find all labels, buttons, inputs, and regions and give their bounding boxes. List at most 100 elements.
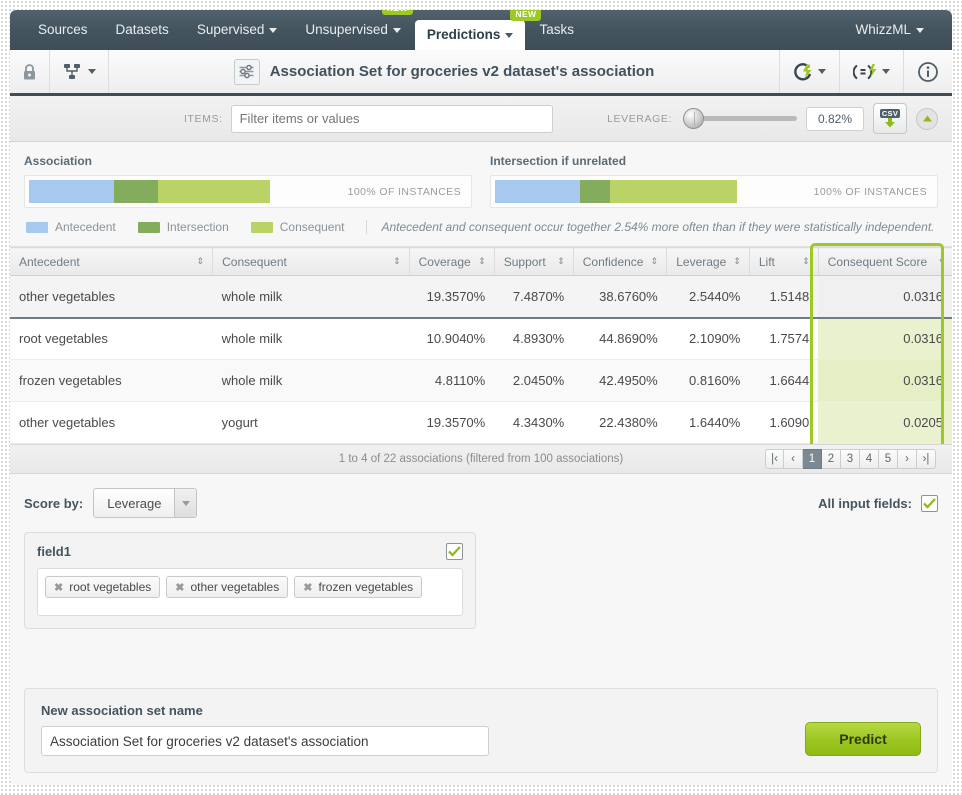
sort-icon: ⇕ xyxy=(393,256,400,266)
cell-leverage: 1.6440% xyxy=(666,401,750,444)
cell-consequent: whole milk xyxy=(212,359,410,402)
leverage-slider[interactable] xyxy=(683,108,797,129)
cell-leverage: 2.1090% xyxy=(666,317,750,360)
tag-label: other vegetables xyxy=(190,580,280,594)
csv-label: CSV xyxy=(879,108,901,119)
value-tag[interactable]: ✖ other vegetables xyxy=(166,576,289,598)
page-first-button[interactable]: |‹ xyxy=(765,449,784,469)
nav-item-unsupervised[interactable]: NEW Unsupervised xyxy=(291,10,415,44)
sort-icon: ⇕ xyxy=(733,256,740,266)
scoring-panel: Score by: Leverage All input fields: fie… xyxy=(10,474,952,643)
column-label: Consequent Score xyxy=(827,254,928,269)
column-label: Antecedent xyxy=(19,254,80,269)
chevron-down-icon xyxy=(392,27,401,33)
refresh-lightning-icon xyxy=(794,62,812,80)
page-prev-button[interactable]: ‹ xyxy=(784,449,803,469)
remove-tag-icon[interactable]: ✖ xyxy=(303,581,312,594)
column-header-leverage[interactable]: Leverage ⇕ xyxy=(666,247,750,276)
tag-label: frozen vegetables xyxy=(318,580,414,594)
association-note: Antecedent and consequent occur together… xyxy=(366,220,935,234)
table-row[interactable]: frozen vegetables whole milk 4.8110% 2.0… xyxy=(10,359,952,402)
info-button[interactable] xyxy=(903,50,952,93)
score-by-row: Score by: Leverage All input fields: xyxy=(24,488,938,518)
collapse-panel-button[interactable] xyxy=(916,107,938,130)
remove-tag-icon[interactable]: ✖ xyxy=(54,581,63,594)
column-header-consequent-score[interactable]: Consequent Score ▾ xyxy=(818,247,952,276)
cell-antecedent: frozen vegetables xyxy=(10,359,213,402)
pagination-bar: 1 to 4 of 22 associations (filtered from… xyxy=(10,444,952,474)
value-tag[interactable]: ✖ frozen vegetables xyxy=(294,576,423,598)
sort-icon: ⇕ xyxy=(650,256,658,266)
resource-tree-button[interactable] xyxy=(50,50,109,93)
cell-confidence: 42.4950% xyxy=(573,359,667,402)
cell-consequent: whole milk xyxy=(212,317,410,360)
retrain-button[interactable] xyxy=(779,50,839,93)
score-by-select[interactable]: Leverage xyxy=(93,488,198,518)
predict-button[interactable]: Predict xyxy=(805,722,921,756)
title-bar-actions xyxy=(779,50,952,93)
name-block: New association set name xyxy=(41,703,805,756)
association-bar-title: Association xyxy=(24,154,93,168)
column-header-support[interactable]: Support ⇕ xyxy=(494,247,574,276)
page-button-2[interactable]: 2 xyxy=(822,449,841,469)
table-header-row: Antecedent ⇕ Consequent ⇕ Coverage ⇕ Sup… xyxy=(10,247,952,276)
all-input-fields-checkbox[interactable] xyxy=(921,494,938,512)
column-label: Confidence xyxy=(582,254,644,269)
page-last-button[interactable]: ›| xyxy=(917,449,936,469)
column-header-confidence[interactable]: Confidence ⇕ xyxy=(573,247,668,276)
chevron-down-icon xyxy=(818,69,826,74)
cell-antecedent: other vegetables xyxy=(10,275,213,319)
privacy-lock-button[interactable] xyxy=(10,50,50,93)
sort-desc-icon: ▾ xyxy=(939,256,943,266)
nav-item-label: Supervised xyxy=(196,22,265,37)
table-row[interactable]: other vegetables whole milk 19.3570% 7.4… xyxy=(10,275,952,319)
column-header-coverage[interactable]: Coverage ⇕ xyxy=(409,247,495,276)
batch-prediction-button[interactable] xyxy=(839,50,903,93)
equals-lightning-icon xyxy=(853,63,877,79)
nav-item-datasets[interactable]: Datasets xyxy=(102,16,183,44)
page-button-4[interactable]: 4 xyxy=(860,449,879,469)
nav-right: WhizzML xyxy=(841,16,938,50)
pagination-controls: |‹ ‹ 1 2 3 4 5 › ›| xyxy=(765,449,936,469)
page-button-3[interactable]: 3 xyxy=(841,449,860,469)
nav-item-whizzml[interactable]: WhizzML xyxy=(841,16,938,44)
column-header-lift[interactable]: Lift ⇕ xyxy=(749,247,819,276)
search-input[interactable] xyxy=(230,104,553,133)
page-title: Association Set for groceries v2 dataset… xyxy=(269,63,655,80)
nav-item-supervised[interactable]: Supervised xyxy=(183,16,292,44)
antecedent-segment xyxy=(495,180,580,203)
chevron-down-icon xyxy=(916,27,924,33)
cell-support: 7.4870% xyxy=(494,275,574,319)
column-header-antecedent[interactable]: Antecedent ⇕ xyxy=(10,247,214,276)
value-tag[interactable]: ✖ root vegetables xyxy=(45,576,161,598)
download-csv-button[interactable]: CSV xyxy=(873,103,907,134)
page-button-5[interactable]: 5 xyxy=(879,449,898,469)
legend-item-intersection: Intersection xyxy=(137,220,229,234)
column-header-consequent[interactable]: Consequent ⇕ xyxy=(212,247,410,276)
cell-support: 2.0450% xyxy=(494,359,574,402)
association-set-name-input[interactable] xyxy=(41,726,489,756)
consequent-segment xyxy=(609,180,737,203)
table-row[interactable]: other vegetables yogurt 19.3570% 4.3430%… xyxy=(10,401,952,444)
legend: Antecedent Intersection Consequent Antec… xyxy=(24,208,938,246)
leverage-value[interactable]: 0.82% xyxy=(806,106,864,131)
info-icon xyxy=(918,61,938,82)
nav-item-sources[interactable]: Sources xyxy=(24,16,102,44)
nav-item-predictions[interactable]: NEW Predictions xyxy=(414,10,542,50)
page-next-button[interactable]: › xyxy=(898,449,917,469)
leverage-label: LEVERAGE: xyxy=(607,112,672,125)
leverage-slider-handle[interactable] xyxy=(683,108,704,129)
remove-tag-icon[interactable]: ✖ xyxy=(175,581,184,594)
chevron-up-icon xyxy=(922,115,932,122)
field-enabled-checkbox[interactable] xyxy=(446,543,463,560)
field-values-box[interactable]: ✖ root vegetables ✖ other vegetables ✖ f… xyxy=(37,568,463,616)
column-label: Coverage xyxy=(418,254,471,269)
field-header: field1 xyxy=(37,543,463,560)
page-button-1[interactable]: 1 xyxy=(803,449,822,469)
instances-label: 100% OF INSTANCES xyxy=(813,185,927,198)
antecedent-segment xyxy=(29,180,114,203)
table-row[interactable]: root vegetables whole milk 10.9040% 4.89… xyxy=(10,317,952,360)
sort-icon: ⇕ xyxy=(196,256,204,266)
nav-item-tasks[interactable]: Tasks xyxy=(525,16,588,44)
sort-icon: ⇕ xyxy=(557,256,564,266)
